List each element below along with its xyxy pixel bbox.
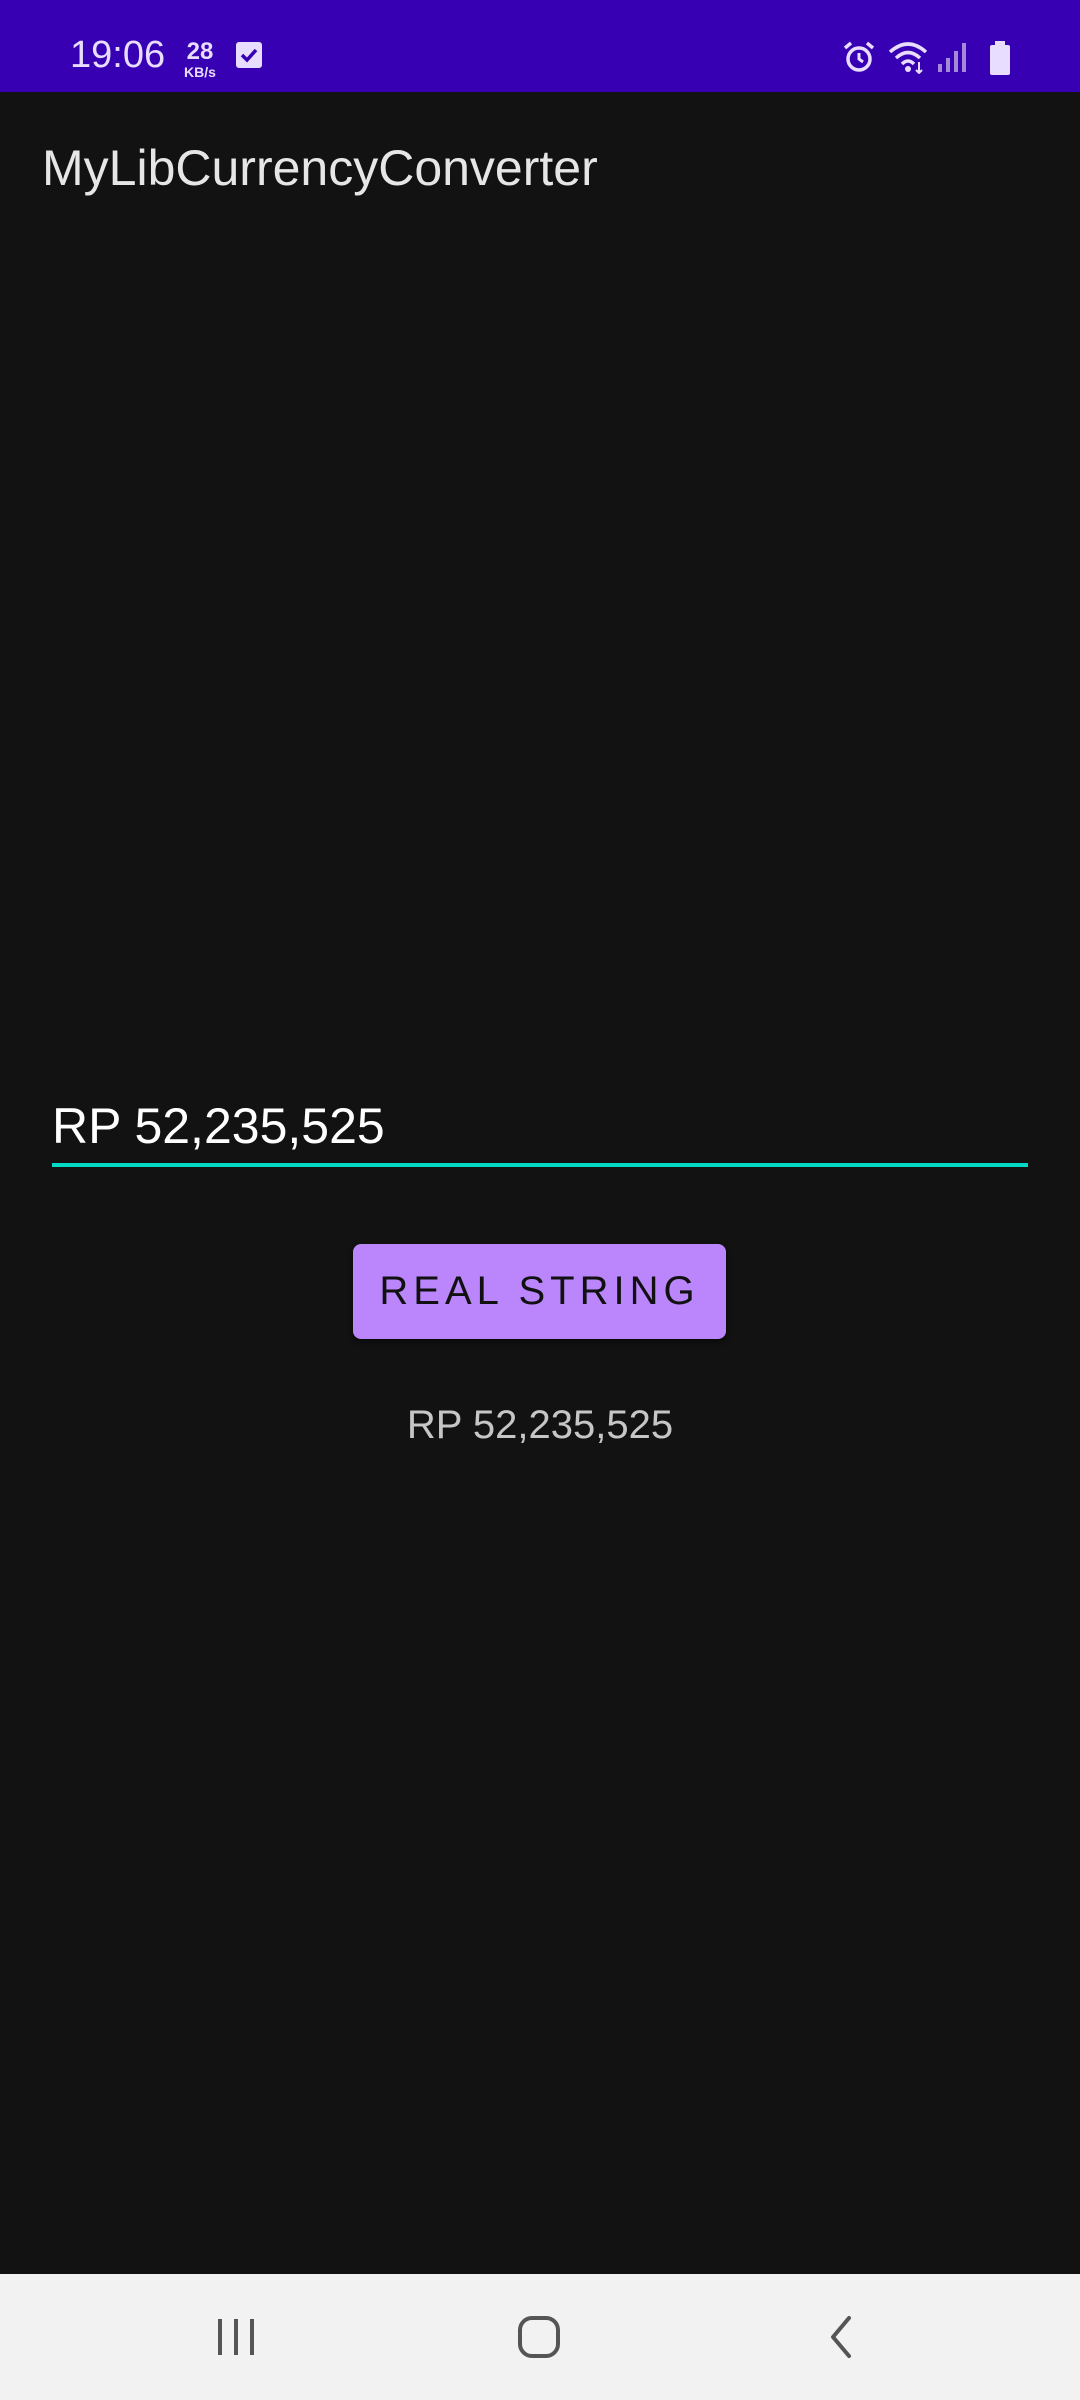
input-underline: [52, 1163, 1028, 1167]
navigation-bar: [0, 2274, 1080, 2400]
network-speed: 28 KB/s: [180, 38, 220, 80]
network-speed-value: 28: [186, 38, 214, 65]
recents-icon[interactable]: [191, 2304, 281, 2370]
app-title: MyLibCurrencyConverter: [42, 140, 598, 196]
status-time: 19:06: [70, 34, 166, 76]
signal-icon: [936, 40, 970, 76]
result-text: RP 52,235,525: [406, 1403, 674, 1447]
wifi-icon: [888, 40, 928, 76]
currency-input[interactable]: [52, 1085, 1028, 1167]
status-bar: 19:06 28 KB/s: [0, 0, 1080, 92]
checkbox-notification-icon: [234, 40, 264, 76]
app-screen: 19:06 28 KB/s MyLibCurrencyConverter RP …: [0, 0, 1080, 2400]
network-speed-unit: KB/s: [184, 64, 216, 80]
real-string-button[interactable]: REAL STRING: [353, 1244, 726, 1339]
alarm-icon: [842, 40, 876, 76]
home-icon[interactable]: [494, 2304, 584, 2370]
back-icon[interactable]: [797, 2304, 887, 2370]
battery-icon: [988, 40, 1012, 76]
